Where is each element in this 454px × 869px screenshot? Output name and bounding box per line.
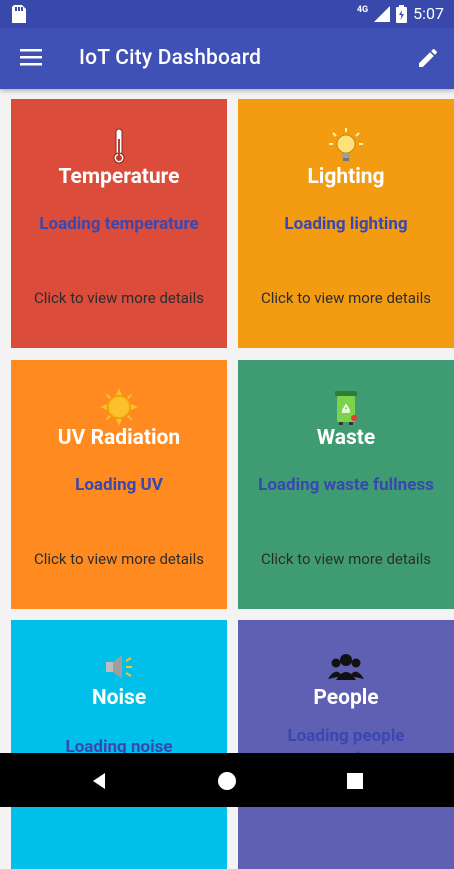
status-bar: 4G 5:07 xyxy=(0,0,454,28)
edit-icon[interactable] xyxy=(416,46,440,70)
menu-icon[interactable] xyxy=(20,46,42,68)
network-type: 4G xyxy=(356,4,369,15)
app-title: IoT City Dashboard xyxy=(79,46,262,70)
recycling-bin-icon xyxy=(335,391,357,425)
app-bar: IoT City Dashboard xyxy=(0,28,454,89)
lighting-card[interactable]: Lighting Loading lighting Click to view … xyxy=(238,99,454,348)
card-title: Noise xyxy=(91,686,147,710)
uv-radiation-card[interactable]: UV Radiation Loading UV Click to view mo… xyxy=(11,360,227,609)
card-hint: Click to view more details xyxy=(34,289,204,307)
card-hint: Click to view more details xyxy=(34,550,204,568)
noise-card[interactable]: Noise Loading noise xyxy=(11,620,227,869)
status-time: 5:07 xyxy=(413,4,444,23)
status-icons: 4G 5:07 xyxy=(357,4,444,23)
waste-card[interactable]: Waste Loading waste fullness Click to vi… xyxy=(238,360,454,609)
recents-icon[interactable] xyxy=(343,769,367,793)
card-title: UV Radiation xyxy=(57,426,181,450)
card-title: Waste xyxy=(316,426,376,450)
battery-icon xyxy=(396,4,408,23)
card-title: Lighting xyxy=(307,165,385,189)
speaker-icon xyxy=(106,655,132,679)
card-title: Temperature xyxy=(58,165,180,189)
card-hint: Click to view more details xyxy=(261,289,431,307)
navigation-bar xyxy=(0,753,454,807)
card-status: Loading waste fullness xyxy=(258,475,434,495)
card-title: People xyxy=(313,686,379,710)
card-status: Loading temperature xyxy=(39,214,199,234)
lightbulb-icon xyxy=(329,128,363,161)
back-icon[interactable] xyxy=(87,769,111,793)
temperature-card[interactable]: Temperature Loading temperature Click to… xyxy=(11,99,227,348)
signal-icon xyxy=(374,5,391,22)
card-hint: Click to view more details xyxy=(261,550,431,568)
sun-icon xyxy=(100,388,138,426)
people-card[interactable]: People Loading people presentage xyxy=(238,620,454,869)
thermometer-icon xyxy=(113,128,125,164)
home-icon[interactable] xyxy=(215,769,239,793)
people-icon xyxy=(328,654,364,680)
card-status: Loading lighting xyxy=(284,214,408,234)
sd-card-icon xyxy=(12,5,26,23)
card-status: Loading UV xyxy=(75,475,163,495)
